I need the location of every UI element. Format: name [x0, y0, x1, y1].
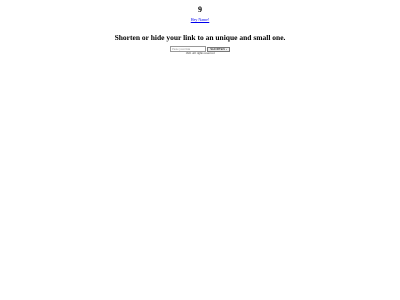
page-headline: Shorten or hide your link to an unique a…	[114, 33, 286, 42]
nav-link-container: Hey Name!	[0, 17, 400, 22]
site-logo[interactable]: 9	[0, 5, 400, 15]
footer-copyright: 1621 All rights reserved	[185, 51, 215, 55]
nav-link[interactable]: Hey Name!	[191, 17, 210, 22]
